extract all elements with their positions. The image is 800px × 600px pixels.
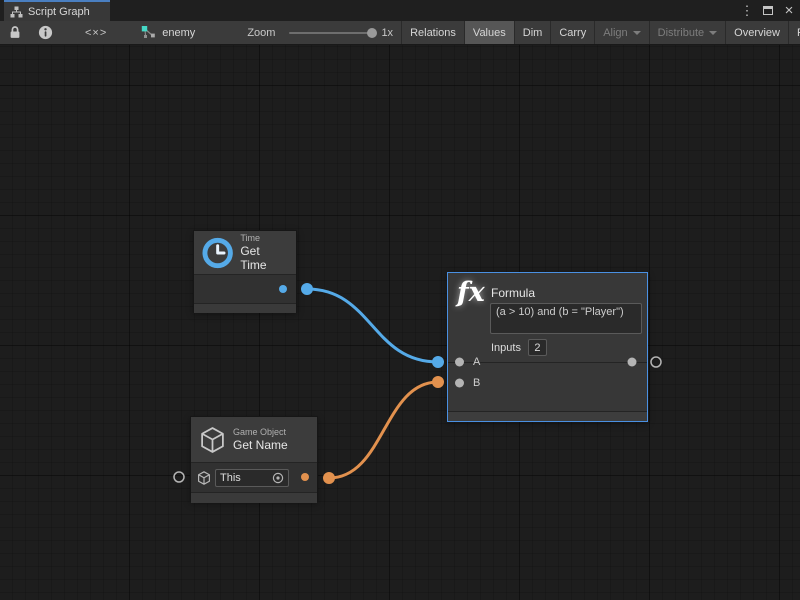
formula-footer (448, 411, 647, 421)
zoom-label: Zoom (241, 27, 281, 39)
get-name-input-connector-empty[interactable] (174, 472, 184, 482)
maximize-box (763, 6, 773, 15)
get-name-header[interactable]: Game Object Get Name (191, 417, 317, 462)
info-button[interactable] (30, 21, 61, 44)
zoom-control: Zoom 1x (233, 21, 401, 44)
graph-breadcrumb[interactable]: enemy (131, 21, 205, 44)
graph-toolbar: <×> enemy Zoom 1x Relations Values Dim C… (0, 21, 800, 45)
clock-icon (202, 237, 233, 269)
code-icon: <×> (85, 27, 107, 39)
info-icon (38, 25, 53, 40)
chevron-down-icon (709, 31, 717, 35)
values-button[interactable]: Values (464, 21, 514, 44)
align-dropdown[interactable]: Align (594, 21, 648, 44)
node-title: Formula (491, 286, 535, 300)
inputs-label: Inputs (491, 342, 521, 354)
target-object-field[interactable]: This (215, 469, 289, 487)
align-label: Align (603, 27, 627, 39)
port-a-label: A (473, 356, 480, 368)
cube-icon (199, 426, 226, 454)
node-title: Get Name (233, 438, 288, 452)
node-formula[interactable]: fx Formula (a > 10) and (b = "Player") I… (447, 272, 648, 422)
fx-icon: fx (457, 277, 485, 308)
game-object-type-icon (197, 471, 211, 485)
toolbar-button-group: Relations Values Dim Carry Align Distrib… (401, 21, 800, 44)
get-name-footer (191, 492, 317, 503)
zoom-value: 1x (381, 27, 393, 39)
wire-end-dot-orange[interactable] (432, 376, 444, 388)
graph-node-icon (141, 25, 157, 40)
lock-icon (8, 25, 22, 40)
wire-end-dot-blue[interactable] (432, 356, 444, 368)
tab-title: Script Graph (28, 6, 90, 18)
tab-script-graph[interactable]: Script Graph (4, 0, 110, 21)
lock-button[interactable] (0, 21, 30, 44)
wire-start-dot-blue[interactable] (301, 283, 313, 295)
zoom-slider[interactable] (289, 32, 373, 34)
tab-bar: Script Graph ⋮ × (0, 0, 800, 21)
maximize-icon[interactable] (761, 0, 775, 21)
graph-tab-icon (10, 6, 23, 18)
close-icon[interactable]: × (782, 0, 796, 21)
get-time-body (194, 274, 296, 303)
inputs-count-field[interactable]: 2 (528, 339, 547, 356)
menu-icon[interactable]: ⋮ (740, 0, 754, 21)
graph-canvas[interactable]: Time Get Time fx Formula (a > 10) and (b… (0, 45, 800, 600)
dim-button[interactable]: Dim (514, 21, 551, 44)
node-category: Game Object (233, 427, 288, 438)
get-name-body: This (191, 462, 317, 492)
relations-button[interactable]: Relations (401, 21, 464, 44)
formula-header[interactable]: fx Formula (a > 10) and (b = "Player") I… (448, 273, 647, 362)
wire-overlay (0, 90, 800, 600)
wire-get-name-to-formula-b[interactable] (329, 382, 438, 478)
overview-button[interactable]: Overview (725, 21, 788, 44)
formula-ports: A B (448, 362, 647, 411)
distribute-dropdown[interactable]: Distribute (649, 21, 725, 44)
get-time-footer (194, 303, 296, 313)
object-picker-icon[interactable] (272, 472, 284, 484)
distribute-label: Distribute (658, 27, 704, 39)
port-b-label: B (473, 377, 480, 389)
breadcrumb-label: enemy (162, 27, 195, 39)
formula-expression-input[interactable]: (a > 10) and (b = "Player") (490, 303, 642, 334)
formula-output-connector-empty[interactable] (651, 357, 661, 367)
carry-button[interactable]: Carry (550, 21, 594, 44)
zoom-slider-handle[interactable] (367, 28, 377, 38)
node-category: Time (240, 233, 288, 244)
wire-get-time-to-formula-a[interactable] (307, 289, 438, 362)
full-screen-button[interactable]: Full Screen (788, 21, 800, 44)
chevron-down-icon (633, 31, 641, 35)
inputs-row: Inputs 2 (491, 339, 547, 356)
node-get-time[interactable]: Time Get Time (193, 230, 297, 313)
target-object-value: This (220, 472, 268, 484)
code-view-button[interactable]: <×> (61, 21, 131, 44)
node-get-name[interactable]: Game Object Get Name This (190, 416, 318, 502)
window-controls: ⋮ × (740, 0, 796, 21)
node-title: Get Time (240, 244, 288, 272)
get-time-header[interactable]: Time Get Time (194, 231, 296, 274)
script-graph-window: Script Graph ⋮ × <×> (0, 0, 800, 600)
wire-start-dot-orange[interactable] (323, 472, 335, 484)
